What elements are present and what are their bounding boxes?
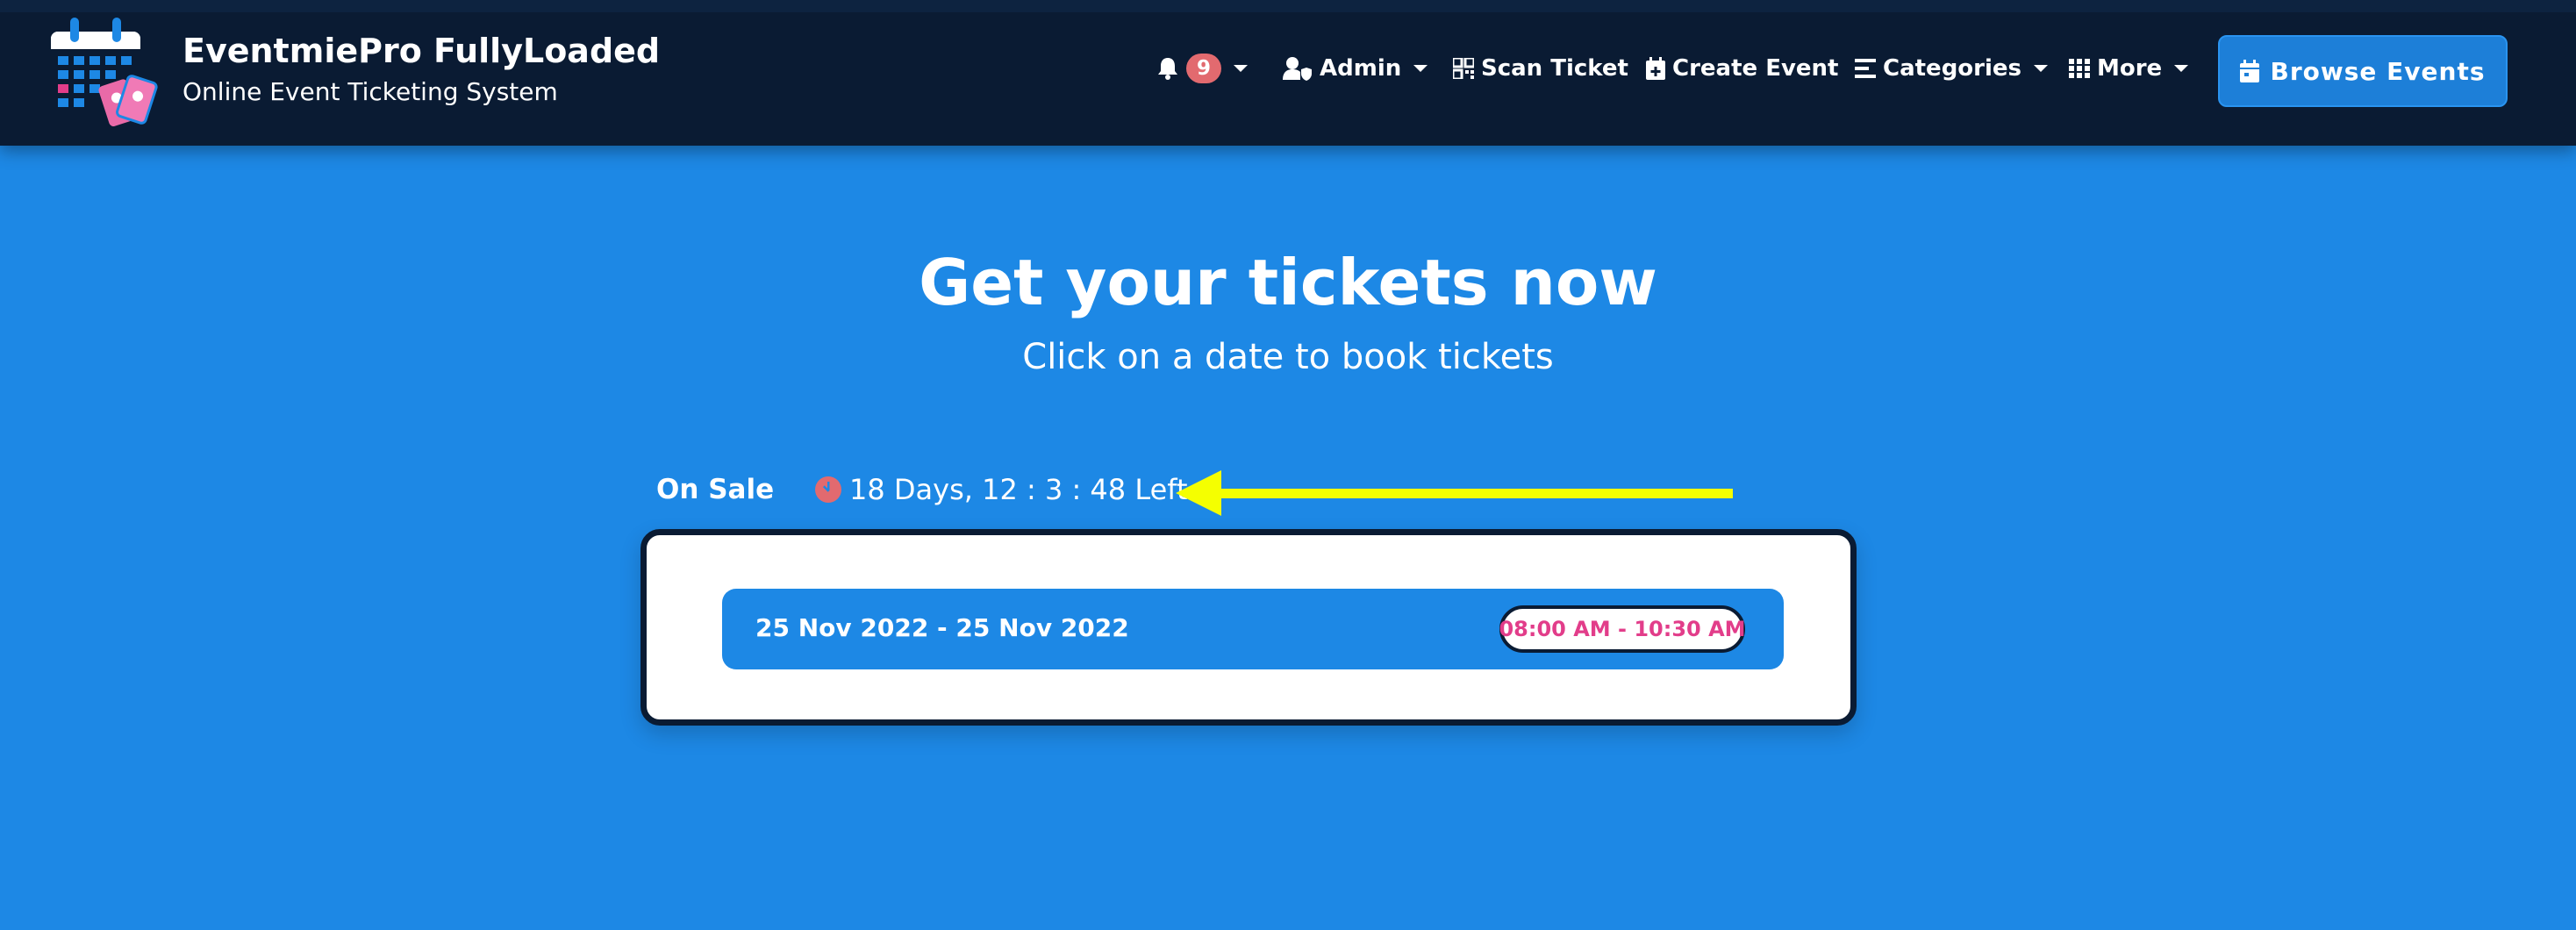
countdown-text: 18 Days, 12 : 3 : 48 Left	[849, 473, 1188, 506]
event-date-range: 25 Nov 2022 - 25 Nov 2022	[755, 613, 1129, 642]
navbar-top-strip	[0, 0, 2576, 12]
bars-icon	[1855, 59, 1876, 78]
calendar-plus-icon	[1646, 57, 1665, 80]
nav-scan-ticket[interactable]: Scan Ticket	[1453, 51, 1628, 86]
event-dates-card: 25 Nov 2022 - 25 Nov 2022 08:00 AM - 10:…	[640, 529, 1857, 726]
nav-more-label: More	[2097, 55, 2163, 82]
chevron-down-icon	[1234, 65, 1249, 72]
yellow-arrow-annotation	[1176, 470, 1733, 516]
browse-events-label: Browse Events	[2270, 56, 2486, 86]
hero-subtitle: Click on a date to book tickets	[1022, 337, 1554, 377]
clock-icon	[815, 476, 841, 503]
nav-categories-label: Categories	[1883, 55, 2022, 82]
qrcode-icon	[1453, 58, 1474, 79]
brand-subtitle: Online Event Ticketing System	[182, 77, 558, 106]
notification-count-badge: 9	[1186, 54, 1222, 83]
bell-icon	[1158, 58, 1177, 80]
user-shield-icon	[1283, 57, 1312, 81]
browse-events-button[interactable]: Browse Events	[2218, 35, 2508, 107]
countdown-timer: 18 Days, 12 : 3 : 48 Left	[814, 470, 1188, 509]
nav-more[interactable]: More	[2069, 51, 2189, 86]
notifications-dropdown[interactable]: 9	[1156, 51, 1249, 86]
on-sale-label: On Sale	[656, 474, 775, 505]
nav-categories[interactable]: Categories	[1855, 51, 2049, 86]
calendar-icon	[2240, 60, 2260, 82]
nav-admin[interactable]: Admin	[1283, 51, 1428, 86]
hero-title: Get your tickets now	[919, 246, 1657, 319]
nav-create-event-label: Create Event	[1672, 55, 1839, 82]
brand-title[interactable]: EventmiePro FullyLoaded	[182, 32, 660, 70]
chevron-down-icon	[2034, 65, 2049, 72]
nav-create-event[interactable]: Create Event	[1646, 51, 1838, 86]
calendar-ticket-logo[interactable]	[47, 9, 161, 127]
event-date-item[interactable]: 25 Nov 2022 - 25 Nov 2022 08:00 AM - 10:…	[722, 589, 1784, 669]
chevron-down-icon	[1413, 65, 1428, 72]
grid-icon	[2069, 59, 2090, 78]
chevron-down-icon	[2174, 65, 2189, 72]
nav-admin-label: Admin	[1320, 55, 1402, 82]
top-navbar: EventmiePro FullyLoaded Online Event Tic…	[0, 0, 2576, 146]
event-time-badge: 08:00 AM - 10:30 AM	[1499, 605, 1746, 653]
nav-scan-ticket-label: Scan Ticket	[1481, 55, 1628, 82]
